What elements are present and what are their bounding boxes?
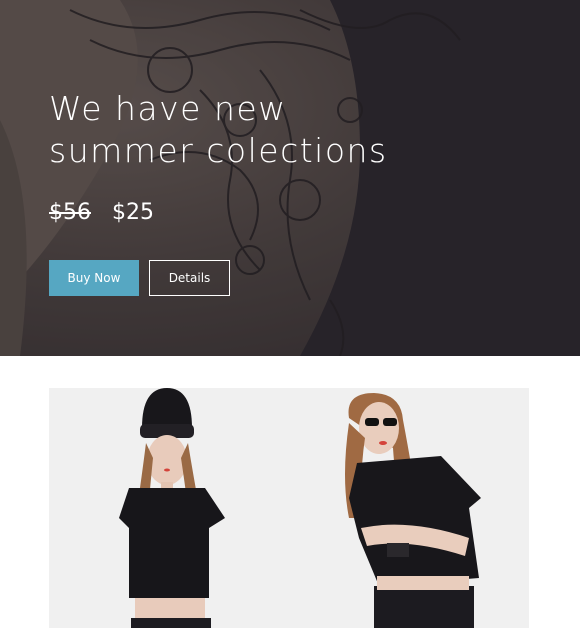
model-left (119, 388, 225, 628)
buy-now-button[interactable]: Buy Now (49, 260, 139, 296)
hero-background-image (0, 0, 580, 356)
product-models-image[interactable] (49, 388, 529, 628)
model-right (345, 393, 481, 628)
product-image-panel (49, 388, 529, 628)
hero-title-line-2: summer colections (49, 131, 388, 170)
new-price: $25 (112, 200, 154, 225)
details-button[interactable]: Details (149, 260, 230, 296)
price-row: $56 $25 (49, 198, 154, 228)
hero-title: We have new summer colections (49, 88, 388, 172)
hero-title-line-1: We have new (49, 89, 287, 128)
old-price: $56 (49, 200, 91, 225)
hero-banner: We have new summer colections $56 $25 Bu… (0, 0, 580, 356)
